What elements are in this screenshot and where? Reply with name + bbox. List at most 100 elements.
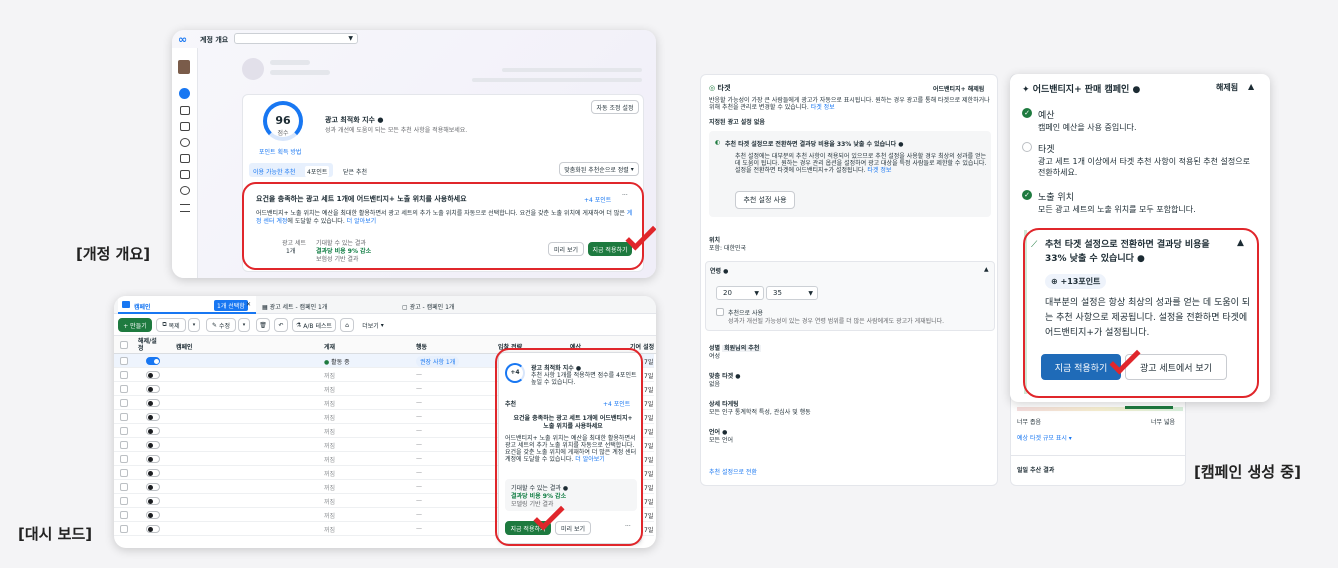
trash-icon[interactable]: 🗑 xyxy=(256,318,270,332)
age-rec-checkbox[interactable] xyxy=(716,308,724,316)
row-toggle[interactable] xyxy=(146,385,160,393)
sales-status: 해제됨 xyxy=(1216,83,1239,92)
sort-label: 맞춤화된 추천순으로 정렬 xyxy=(564,166,629,174)
tip-link[interactable]: 타겟 정보 xyxy=(867,167,891,174)
chevron-up-icon[interactable]: ▲ xyxy=(1248,82,1254,91)
row-checkbox[interactable] xyxy=(120,455,128,463)
age-section: 연령 ● ▲ 20 ▼ 35 ▼ 추천으로 사용 성과가 개선될 가능성이 있는 경… xyxy=(705,261,995,331)
duplicate-dropdown[interactable]: ▾ xyxy=(188,318,200,332)
row-dash: — xyxy=(416,455,422,462)
overview-nav-icon[interactable] xyxy=(179,88,190,99)
row-checkbox[interactable] xyxy=(120,483,128,491)
col-delivery[interactable]: 게재 xyxy=(324,342,335,351)
ab-test-button[interactable]: ⚗ A/B 테스트 xyxy=(292,318,336,332)
col-onoff[interactable]: 해제/설정 xyxy=(138,338,158,352)
row-checkbox[interactable] xyxy=(120,357,128,365)
saved-audience: 지정된 광고 설정 없음 xyxy=(709,119,765,126)
billing-icon[interactable] xyxy=(180,154,190,163)
row-checkbox[interactable] xyxy=(120,469,128,477)
row-checkbox[interactable] xyxy=(120,399,128,407)
sparkle-icon: ✦ xyxy=(1022,85,1030,95)
auto-apply-button[interactable]: 자동 조정 설정 xyxy=(591,100,639,114)
caption-campaign: [캠페인 생성 중] xyxy=(1194,463,1301,481)
row-toggle[interactable] xyxy=(146,441,160,449)
age-max-select[interactable]: 35 ▼ xyxy=(766,286,818,300)
row-value: 7일 xyxy=(644,527,654,534)
ads-manager-dashboard: 캠페인 1개 선택함 ✕ ▦ 광고 세트 - 캠페인 1개 ▢ 광고 - 캠페인… xyxy=(114,296,656,548)
row-checkbox[interactable] xyxy=(120,371,128,379)
tab-count-badge: 4포인트 xyxy=(305,166,330,177)
tab-campaigns[interactable]: 캠페인 1개 선택함 ✕ xyxy=(118,296,256,314)
tab-ads[interactable]: ▢ 광고 - 캠페인 1개 xyxy=(402,302,454,311)
check-circle-icon: ✓ xyxy=(1022,190,1032,200)
score-unit: 점수 xyxy=(277,130,289,137)
row-toggle[interactable] xyxy=(146,455,160,463)
location-value: 포함: 대한민국 xyxy=(709,245,747,252)
col-action[interactable]: 행동 xyxy=(416,342,427,351)
advantage-sales-card: ✦ 어드밴티지+ 판매 캠페인 ● 해제됨 ▲ ✓ 예산 캠페인 예산을 사용 … xyxy=(1010,74,1270,402)
tip-body: 추천 설정에는 대부분의 추천 사항이 적용되어 있으므로 추천 설정을 사용할… xyxy=(735,153,987,174)
age-min-select[interactable]: 20 ▼ xyxy=(716,286,764,300)
row-checkbox[interactable] xyxy=(120,427,128,435)
highlight-box xyxy=(495,348,643,546)
row-checkbox[interactable] xyxy=(120,525,128,533)
row-toggle[interactable] xyxy=(146,483,160,491)
close-icon[interactable]: ✕ xyxy=(246,301,251,308)
switch-rec-link[interactable]: 추천 설정으로 전환 xyxy=(709,467,757,476)
target-info-link[interactable]: 타겟 정보 xyxy=(811,104,835,111)
menu-icon[interactable] xyxy=(180,204,190,212)
col-campaign[interactable]: 캠페인 xyxy=(176,342,193,351)
sort-dropdown[interactable]: 맞춤화된 추천순으로 정렬 ▾ xyxy=(559,162,639,176)
row-toggle[interactable] xyxy=(146,399,160,407)
row-checkbox[interactable] xyxy=(120,511,128,519)
more-button[interactable]: 더보기 ▾ xyxy=(358,318,388,332)
use-rec-button[interactable]: 추천 설정 사용 xyxy=(735,191,795,209)
megaphone-icon[interactable] xyxy=(180,170,190,179)
row-toggle[interactable] xyxy=(146,469,160,477)
row-toggle[interactable] xyxy=(146,497,160,505)
create-button[interactable]: + 만들기 xyxy=(118,318,152,332)
duplicate-button[interactable]: ⧉ 복제 xyxy=(156,318,186,332)
budget-label: 예산 xyxy=(1038,111,1055,121)
account-overview-screen: ∞ 계정 개요 ▼ 96 점수 포인트 획득 방법 광고 최적화 지수 ● 성과… xyxy=(172,30,656,278)
adv-chip: 어드밴티지+ 해제됨 xyxy=(933,86,985,93)
gender-chip: 회원님의 추천 xyxy=(722,345,762,352)
budget-desc: 캠페인 예산을 사용 중입니다. xyxy=(1038,123,1137,132)
row-toggle[interactable] xyxy=(146,413,160,421)
row-value: 7일 xyxy=(644,471,654,478)
tag-icon[interactable]: ⌂ xyxy=(340,318,354,332)
row-checkbox[interactable] xyxy=(120,497,128,505)
rec-chip[interactable]: 권장 사항 1개 xyxy=(416,356,460,367)
audience-icon[interactable] xyxy=(180,138,190,147)
row-toggle[interactable] xyxy=(146,427,160,435)
tab-closed[interactable]: 닫은 추천 xyxy=(343,167,367,176)
status-off: 꺼짐 xyxy=(324,373,336,380)
select-all-checkbox[interactable] xyxy=(120,341,128,349)
row-value: 7일 xyxy=(644,443,654,450)
age-label: 연령 ● xyxy=(710,268,729,275)
undo-icon[interactable]: ↶ xyxy=(274,318,288,332)
reach-link[interactable]: 예상 타겟 규모 표시 ▾ xyxy=(1017,433,1072,442)
highlight-box xyxy=(242,182,644,270)
account-select[interactable]: ▼ xyxy=(234,33,358,44)
edit-dropdown[interactable]: ▾ xyxy=(238,318,250,332)
chevron-up-icon[interactable]: ▲ xyxy=(984,266,989,273)
reach-wide: 너무 넓음 xyxy=(1151,419,1175,426)
avatar[interactable] xyxy=(178,60,190,74)
tab-adsets[interactable]: ▦ 광고 세트 - 캠페인 1개 xyxy=(262,302,327,311)
row-checkbox[interactable] xyxy=(120,385,128,393)
row-checkbox[interactable] xyxy=(120,441,128,449)
grid-icon[interactable] xyxy=(180,106,190,115)
edit-button[interactable]: ✎ 수정 xyxy=(206,318,236,332)
row-toggle[interactable] xyxy=(146,511,160,519)
row-toggle[interactable] xyxy=(146,371,160,379)
status-off: 꺼짐 xyxy=(324,485,336,492)
row-toggle[interactable] xyxy=(146,357,160,365)
row-value: 7일 xyxy=(644,513,654,520)
pages-icon[interactable] xyxy=(180,122,190,131)
tab-available[interactable]: 이용 가능한 추천 4포인트 xyxy=(249,163,333,177)
row-toggle[interactable] xyxy=(146,525,160,533)
people-icon[interactable] xyxy=(180,186,190,195)
score-link[interactable]: 포인트 획득 방법 xyxy=(259,147,301,156)
row-checkbox[interactable] xyxy=(120,413,128,421)
